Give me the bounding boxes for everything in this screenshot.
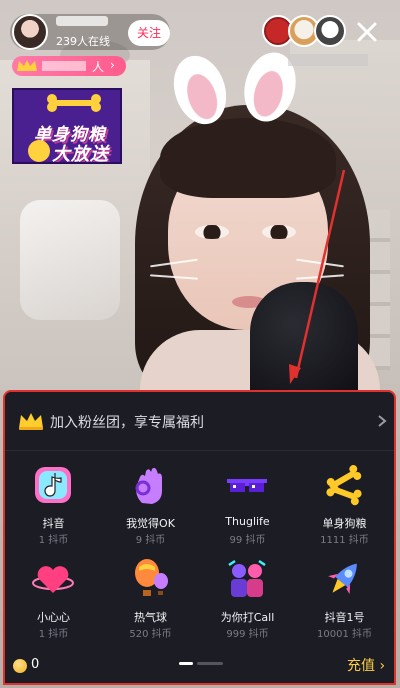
rocket-icon bbox=[328, 563, 357, 595]
streamer-eye bbox=[262, 225, 296, 239]
follow-button[interactable]: 关注 bbox=[128, 20, 170, 46]
promo-subtitle: 大放送 bbox=[52, 144, 109, 164]
dog-bones-icon bbox=[47, 94, 101, 112]
tiktok-note-icon bbox=[35, 467, 71, 503]
room-id-redacted bbox=[288, 54, 368, 66]
crown-icon bbox=[17, 60, 37, 71]
viewer-count: 239人在线 bbox=[56, 35, 110, 48]
streamer-bangs bbox=[160, 118, 336, 198]
gift-name: Thuglife bbox=[225, 515, 270, 528]
heart-icon bbox=[32, 566, 74, 593]
gift-price: 1 抖币 bbox=[38, 535, 69, 546]
gift-item[interactable]: 热气球 520 抖币 bbox=[102, 557, 199, 667]
gift-price: 1111 抖币 bbox=[320, 535, 369, 546]
gift-name: 为你打Call bbox=[220, 611, 275, 624]
divider bbox=[5, 450, 394, 451]
streamer-eye bbox=[195, 225, 229, 239]
dog-bones-icon bbox=[326, 465, 362, 506]
promo-banner[interactable]: 单身狗粮 大放送 bbox=[12, 88, 122, 164]
fan-badge-name-redacted bbox=[42, 61, 86, 71]
chevron-right-icon: › bbox=[110, 58, 115, 72]
crown-icon bbox=[19, 413, 43, 430]
gift-name: 抖音1号 bbox=[324, 611, 365, 624]
recharge-button[interactable]: 充值 › bbox=[347, 655, 385, 675]
fan-club-row[interactable]: 加入粉丝团，享专属福利 bbox=[5, 392, 394, 450]
audience-avatars[interactable] bbox=[262, 15, 346, 49]
grin-face-icon bbox=[28, 140, 50, 162]
gift-price: 10001 抖币 bbox=[317, 629, 372, 640]
host-name-redacted bbox=[56, 16, 108, 26]
gift-name: 热气球 bbox=[134, 611, 167, 624]
hot-air-balloon-icon bbox=[135, 559, 168, 596]
coin-balance: 0 bbox=[31, 657, 40, 672]
fan-club-text: 加入粉丝团，享专属福利 bbox=[50, 415, 204, 431]
coin-icon bbox=[13, 659, 27, 673]
close-icon[interactable] bbox=[352, 17, 382, 47]
audience-avatar[interactable] bbox=[314, 15, 346, 47]
gift-price: 99 抖币 bbox=[229, 535, 266, 546]
background-chair bbox=[20, 200, 120, 320]
chevron-right-icon bbox=[378, 415, 387, 427]
gift-price: 999 抖币 bbox=[226, 629, 269, 640]
ok-hand-icon bbox=[135, 467, 162, 504]
gift-panel: 加入粉丝团，享专属福利 抖音 1 抖币 我觉得OK 9 抖币 Thuglife … bbox=[3, 390, 396, 685]
gift-item[interactable]: 抖音1号 10001 抖币 bbox=[296, 557, 393, 667]
gift-name: 抖音 bbox=[42, 517, 65, 530]
gift-name: 单身狗粮 bbox=[322, 517, 367, 530]
cheer-call-icon bbox=[228, 559, 266, 597]
gift-item[interactable]: 为你打Call 999 抖币 bbox=[199, 557, 296, 667]
gift-price: 9 抖币 bbox=[135, 535, 166, 546]
page-indicator-active bbox=[179, 662, 193, 665]
pixel-sunglasses-icon bbox=[227, 479, 267, 492]
microphone bbox=[250, 282, 358, 402]
gift-name: 小心心 bbox=[37, 611, 70, 624]
page-indicator[interactable] bbox=[197, 662, 223, 665]
fan-badge-suffix: 人 bbox=[92, 60, 105, 74]
gift-price: 520 抖币 bbox=[129, 629, 172, 640]
gift-item[interactable]: 小心心 1 抖币 bbox=[5, 557, 102, 667]
host-avatar[interactable] bbox=[12, 14, 48, 50]
gift-price: 1 抖币 bbox=[38, 629, 69, 640]
gift-name: 我觉得OK bbox=[126, 517, 175, 530]
